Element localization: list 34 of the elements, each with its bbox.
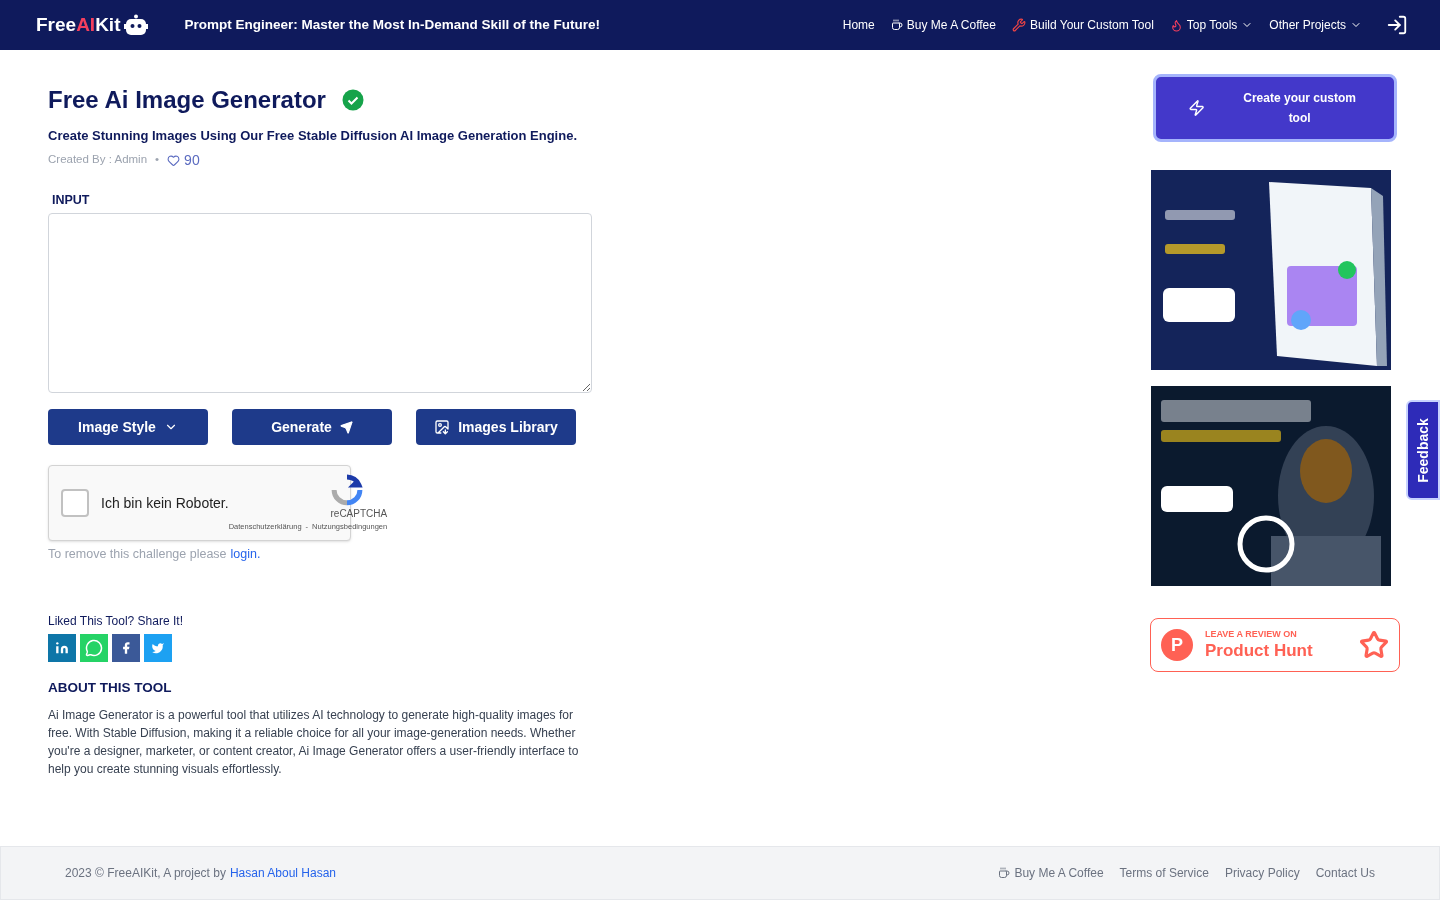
action-button[interactable]: Images Library <box>416 409 576 446</box>
footer-link[interactable]: Privacy Policy <box>1224 864 1300 882</box>
action-button[interactable]: Image Style <box>48 409 208 446</box>
action-button[interactable]: Generate <box>232 409 392 446</box>
challenge-text: To remove this challenge please <box>48 546 227 564</box>
likes-count: 90 <box>184 150 200 170</box>
feedback-tab[interactable]: Feedback <box>1406 400 1440 500</box>
nav-link[interactable]: Buy Me A Coffee <box>890 16 996 34</box>
captcha-label: Ich bin kein Roboter. <box>101 493 229 513</box>
nav-link[interactable]: Other Projects <box>1269 16 1362 34</box>
footer-link[interactable]: Terms of Service <box>1119 864 1209 882</box>
site-logo[interactable]: FreeAIKit <box>36 10 149 40</box>
author-link[interactable]: Hasan Aboul Hasan <box>229 864 336 882</box>
copyright-text: 2023 © FreeAIKit, A project by <box>65 865 226 882</box>
review-caption: LEAVE A REVIEW ON <box>1205 628 1298 640</box>
about-paragraph: Ai Image Generator is a powerful tool that utilizes AI technology to generate high-quality images for free. With Stable Diffusion, making it a reliable choice for all your image-generation needs. Whether you're a designer, marketer, or content creator, Ai Image Generator offers a user-friendly interface to help you create stunning visuals effortlessly. <box>48 707 580 779</box>
share-label: Liked This Tool? Share It! <box>48 613 184 630</box>
nav-link[interactable]: Home <box>842 16 875 34</box>
recaptcha-brand: reCAPTCHA <box>330 507 388 521</box>
login-link[interactable]: login. <box>230 545 261 564</box>
subtitle-text: Create Stunning Images Using Our Free Stable Diffusion AI Image Generation Engine. <box>48 127 578 145</box>
headline-text: Prompt Engineer: Master the Most In-Demand Skill of the Future! <box>184 15 600 34</box>
nav-link[interactable]: Build Your Custom Tool <box>1011 16 1154 34</box>
separator-dot: • <box>155 152 160 168</box>
author-text: Created By : Admin <box>48 152 148 168</box>
section-heading: ABOUT THIS TOOL <box>48 679 173 697</box>
page-title: Free Ai Image Generator <box>48 85 326 115</box>
input-label: INPUT <box>52 191 91 209</box>
footer-link[interactable]: Contact Us <box>1315 864 1375 882</box>
create-tool-button[interactable]: Create your custom tool <box>1153 74 1397 142</box>
nav-link[interactable]: Top Tools <box>1169 16 1254 34</box>
product-hunt-logo-icon: P <box>1161 629 1193 661</box>
footer-link[interactable]: Buy Me A Coffee <box>998 864 1104 882</box>
product-hunt-name: Product Hunt <box>1205 640 1313 662</box>
